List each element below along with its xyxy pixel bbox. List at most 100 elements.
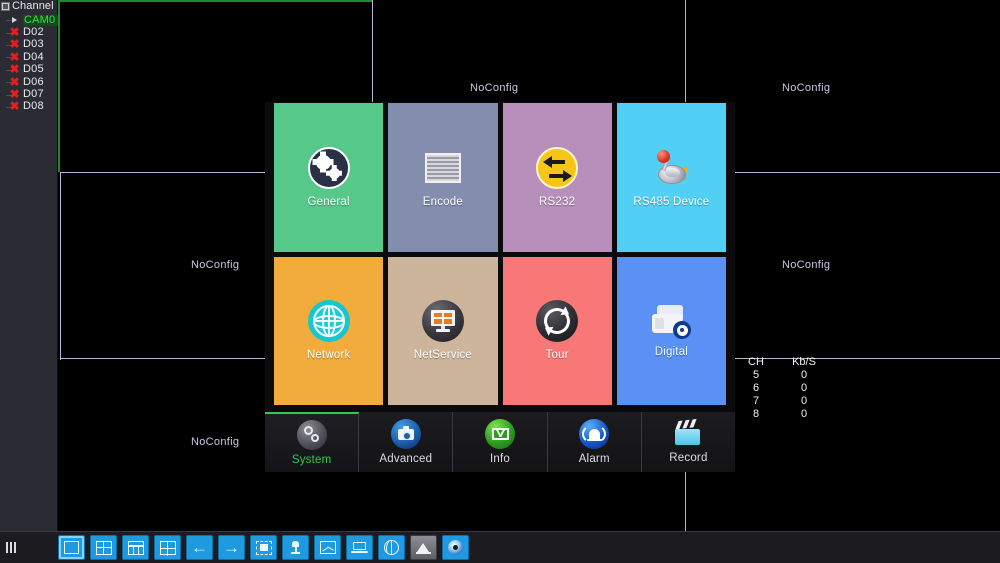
tree-collapse-icon[interactable] — [1, 2, 10, 11]
drag-grip[interactable] — [0, 532, 58, 563]
stats-cell: 0 — [800, 408, 808, 420]
camera-icon — [390, 419, 421, 449]
menu-tile-label: Encode — [422, 195, 463, 208]
globe-icon — [384, 540, 399, 555]
audio-talk-button[interactable] — [282, 535, 309, 560]
channel-label: D07 — [23, 88, 44, 101]
bell-icon — [579, 419, 610, 449]
tab-label: System — [291, 454, 332, 466]
menu-tile-general[interactable]: General — [274, 103, 384, 252]
x-icon: ✖ — [9, 49, 20, 64]
eight-pane-icon — [159, 540, 176, 556]
six-view-button[interactable] — [122, 535, 149, 560]
monitor-icon — [421, 300, 464, 343]
laptop-icon — [351, 541, 368, 554]
menu-tile-label: Tour — [545, 349, 569, 362]
tab-record[interactable]: Record — [641, 412, 736, 472]
output-adjust-button[interactable] — [346, 535, 373, 560]
prev-channel-button[interactable]: ← — [186, 535, 213, 560]
x-icon: ✖ — [9, 87, 20, 102]
menu-tile-encode[interactable]: Encode — [388, 103, 498, 252]
gears-circle-icon — [296, 420, 327, 450]
channel-label: D04 — [23, 50, 44, 63]
view-toolbar: ← → — [58, 535, 469, 560]
active-pane-top-border — [58, 0, 372, 2]
arrows-icon — [536, 146, 579, 189]
tab-label: Alarm — [578, 453, 610, 465]
x-icon: ✖ — [9, 62, 20, 77]
menu-tile-grid: General Encode RS232 RS485 Device Networ… — [274, 103, 726, 405]
channel-label: D02 — [23, 26, 44, 39]
play-icon — [9, 15, 20, 26]
x-icon: ✖ — [9, 37, 20, 52]
menu-tile-netservice[interactable]: NetService — [388, 256, 498, 405]
channel-label: D03 — [23, 38, 44, 51]
next-channel-button[interactable]: → — [218, 535, 245, 560]
single-pane-icon — [64, 541, 79, 554]
menu-tile-label: NetService — [413, 349, 472, 362]
channel-list: CAM0 ✖ D02 ✖ D03 ✖ D04 ✖ D05 ✖ D06 ✖ D07… — [0, 14, 64, 114]
dvr-screen: Channel CAM0 ✖ D02 ✖ D03 ✖ D04 ✖ D05 ✖ D… — [0, 0, 1000, 563]
envelope-icon — [485, 419, 515, 449]
stats-cell: 7 — [752, 395, 760, 407]
channel-tree-header: Channel — [0, 0, 57, 13]
stats-cell: 6 — [752, 382, 760, 394]
tab-info[interactable]: Info — [453, 412, 548, 472]
channel-sidebar: Channel CAM0 ✖ D02 ✖ D03 ✖ D04 ✖ D05 ✖ D… — [0, 0, 64, 531]
x-icon: ✖ — [9, 74, 20, 89]
tab-label: Info — [490, 453, 510, 465]
x-icon: ✖ — [9, 99, 20, 114]
arrow-left-icon: ← — [191, 538, 208, 557]
channel-label: D08 — [23, 100, 44, 113]
channel-label: D05 — [23, 63, 44, 76]
menu-tile-label: Network — [306, 349, 351, 362]
tab-system[interactable]: System — [265, 412, 360, 472]
pane-label-mid-left: NoConfig — [191, 259, 240, 271]
six-pane-icon — [127, 540, 144, 555]
eight-view-button[interactable] — [154, 535, 181, 560]
stats-header-kbs-right: Kb/S — [792, 356, 816, 368]
menu-tile-digital[interactable]: Digital — [616, 256, 726, 405]
globe-icon — [307, 300, 350, 343]
refresh-icon — [536, 300, 579, 343]
channel-item-d08[interactable]: ✖ D08 — [0, 99, 57, 114]
quad-view-button[interactable] — [90, 535, 117, 560]
tab-alarm[interactable]: Alarm — [547, 412, 642, 472]
microphone-icon — [291, 541, 300, 554]
stats-cell: 0 — [800, 369, 808, 381]
logout-icon — [416, 541, 431, 554]
menu-tile-network[interactable]: Network — [274, 256, 384, 405]
pane-label-top-right: NoConfig — [782, 82, 831, 94]
pip-zoom-icon — [255, 540, 272, 555]
menu-tile-label: RS485 Device — [633, 195, 710, 208]
tab-advanced[interactable]: Advanced — [359, 412, 454, 472]
pane-label-mid-right: NoConfig — [782, 259, 831, 271]
stripes-icon — [422, 147, 464, 189]
single-view-button[interactable] — [58, 535, 85, 560]
network-button[interactable] — [378, 535, 405, 560]
color-adjust-button[interactable] — [314, 535, 341, 560]
stats-cell: 8 — [752, 408, 760, 420]
tab-label: Record — [669, 452, 708, 464]
gears-icon — [307, 146, 350, 189]
joystick-icon — [648, 147, 694, 189]
clapperboard-icon — [673, 418, 703, 448]
menu-tile-rs485-device[interactable]: RS485 Device — [616, 103, 726, 252]
stats-cell: 5 — [752, 369, 760, 381]
zoom-region-button[interactable] — [250, 535, 277, 560]
channel-label: D06 — [23, 75, 44, 88]
bottom-toolbar: ← → — [0, 531, 1000, 563]
logout-button[interactable] — [410, 535, 437, 560]
record-disc-button[interactable] — [442, 535, 469, 560]
arrow-right-icon: → — [223, 538, 240, 557]
main-menu-panel: General Encode RS232 RS485 Device Networ… — [265, 102, 736, 472]
menu-tile-tour[interactable]: Tour — [502, 256, 612, 405]
active-pane-left-border — [58, 0, 60, 172]
tab-label: Advanced — [379, 453, 433, 465]
menu-tile-rs232[interactable]: RS232 — [502, 103, 612, 252]
line-chart-icon — [319, 541, 336, 554]
x-icon: ✖ — [9, 25, 20, 40]
pane-label-top-center: NoConfig — [470, 82, 519, 94]
menu-tab-bar: System Advanced Info Alarm Record — [265, 412, 736, 472]
menu-tile-label: General — [307, 195, 350, 208]
